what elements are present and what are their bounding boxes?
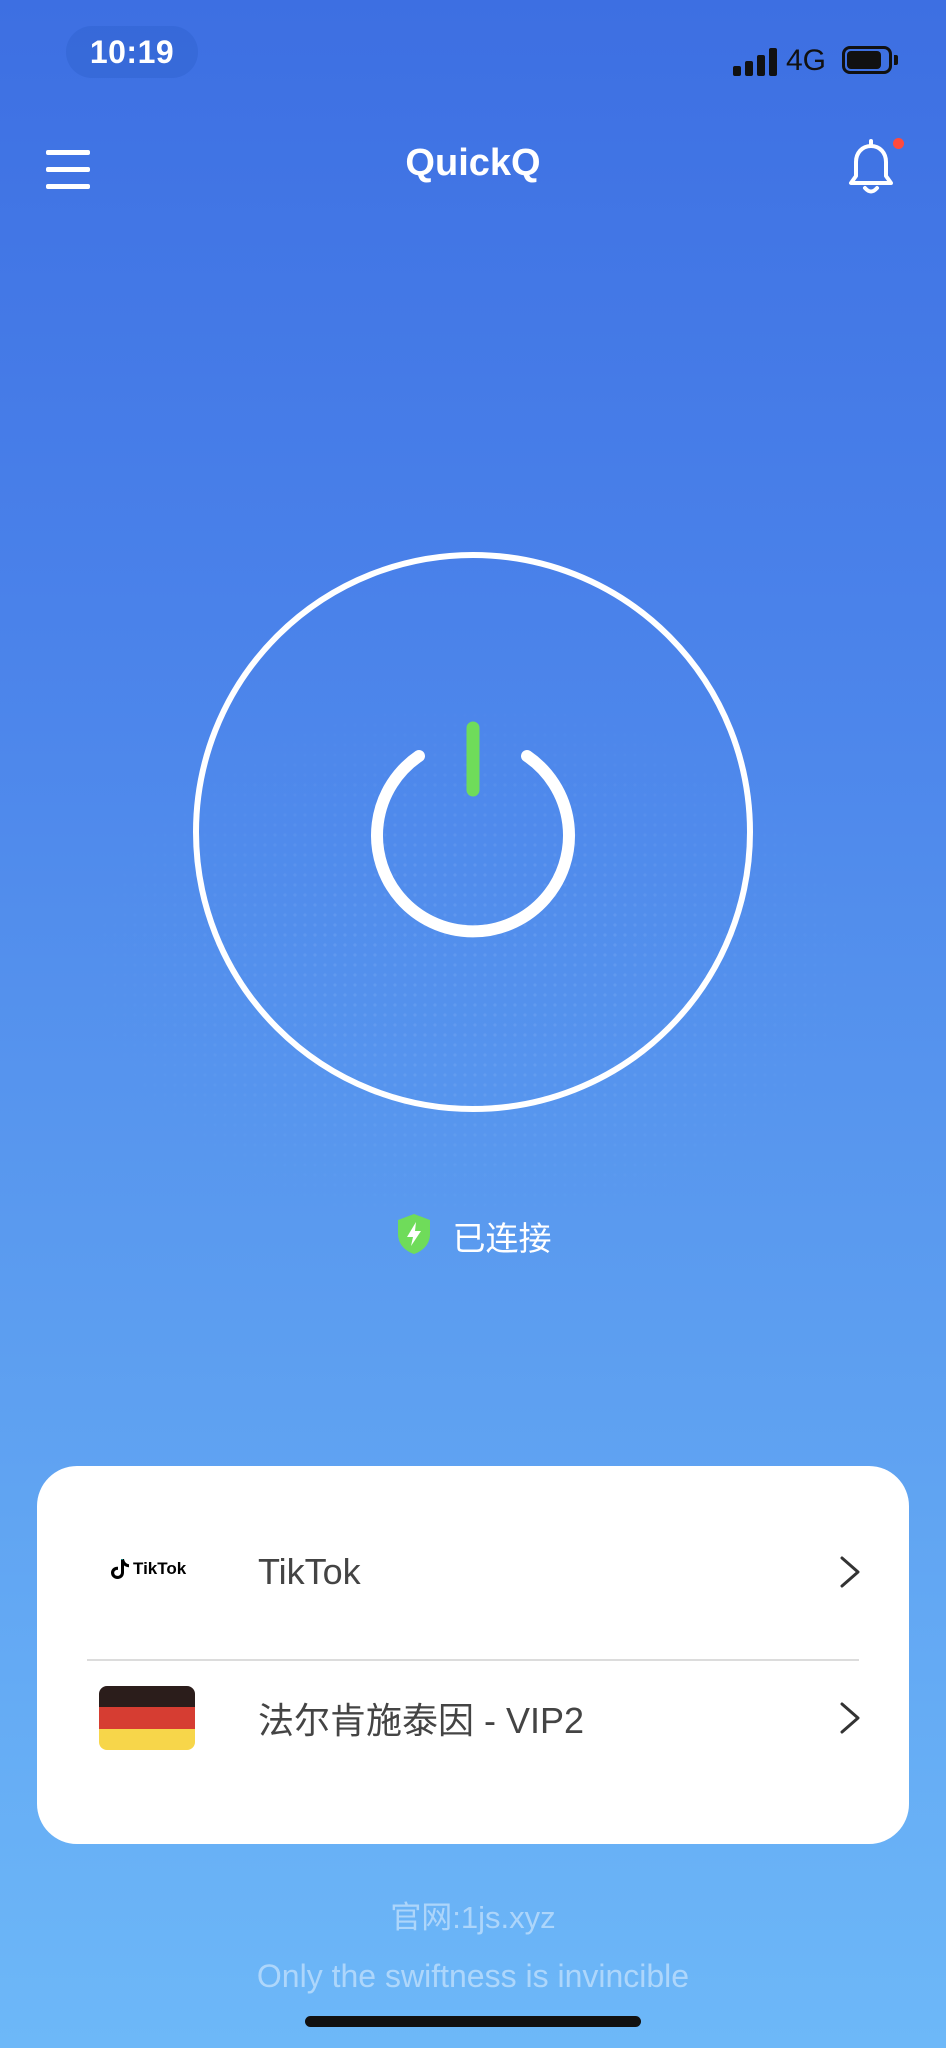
server-row[interactable]: 法尔肯施泰因 - VIP2 [37,1648,909,1828]
bell-icon[interactable] [842,138,900,200]
connection-status-text: 已连接 [452,1220,552,1257]
tiktok-logo-text: TikTok [133,1559,187,1578]
battery-icon [842,46,898,74]
server-label: 法尔肯施泰因 - VIP2 [258,1700,585,1741]
shield-bolt-icon [395,1212,433,1261]
tiktok-logo: TikTok [110,1558,186,1580]
network-type: 4G [786,44,827,77]
power-icon [364,718,582,938]
app-mode-row[interactable]: TikTok TikTok [37,1466,909,1646]
germany-flag-icon [99,1686,195,1750]
app-title: QuickQ [405,142,541,184]
website-link[interactable]: 官网:1js.xyz [0,1892,946,1937]
home-indicator[interactable] [305,2016,641,2027]
notification-badge [893,138,904,149]
chevron-right-icon [840,1556,860,1588]
connection-status: 已连接 [0,1212,946,1260]
status-bar: 10:19 4G [0,0,946,110]
chevron-right-icon [840,1702,860,1734]
app-mode-label: TikTok [258,1551,361,1592]
slogan-text: Only the swiftness is invincible [256,1958,690,1994]
selection-card: TikTok TikTok 法尔肯施泰因 - VIP2 [37,1466,909,1844]
status-time: 10:19 [66,26,198,78]
cellular-signal-icon [733,46,777,76]
